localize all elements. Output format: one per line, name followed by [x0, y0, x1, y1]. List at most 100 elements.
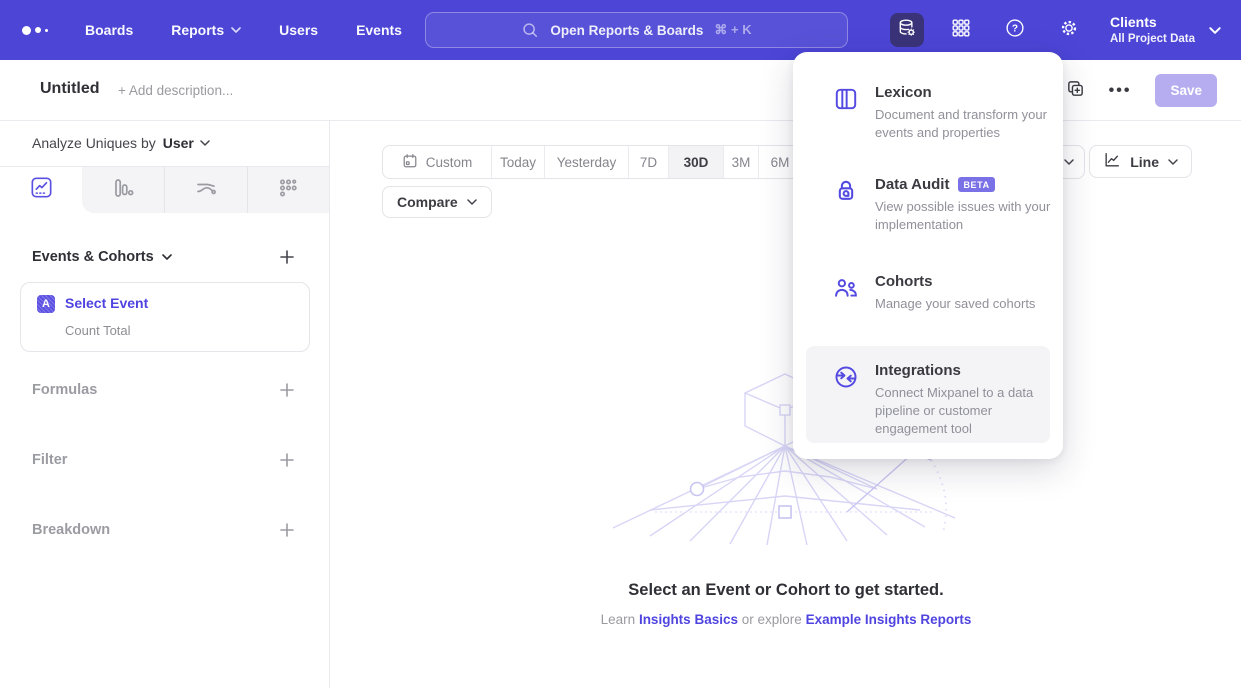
add-formula-button[interactable] — [279, 382, 295, 398]
apps-grid-button[interactable] — [944, 13, 978, 47]
report-description-placeholder[interactable]: + Add description... — [118, 83, 233, 98]
metrics-grid-tab-icon — [276, 176, 300, 205]
apps-grid-icon — [950, 17, 972, 44]
beta-badge: BETA — [958, 177, 994, 192]
menu-item-description: Connect Mixpanel to a data pipeline or c… — [875, 384, 1055, 438]
nav-item-boards[interactable]: Boards — [85, 22, 133, 38]
search-shortcut: ⌘ + K — [714, 22, 751, 38]
analyze-value-dropdown[interactable]: User — [163, 135, 210, 151]
mixpanel-logo-icon[interactable] — [22, 24, 48, 36]
chevron-down-icon — [231, 27, 241, 33]
tab-line-chart[interactable] — [0, 167, 82, 213]
add-filter-button[interactable] — [279, 452, 295, 468]
middle-text: or explore — [742, 612, 802, 627]
learn-prefix: Learn — [601, 612, 636, 627]
nav-item-events[interactable]: Events — [356, 22, 402, 38]
event-series-badge: A — [37, 295, 55, 313]
help-icon: ? — [1004, 17, 1026, 44]
insights-basics-link[interactable]: Insights Basics — [639, 612, 738, 627]
breakdown-section-header: Breakdown — [32, 522, 110, 538]
save-button[interactable]: Save — [1155, 74, 1217, 107]
project-scope: All Project Data — [1110, 32, 1195, 46]
chevron-down-icon — [1168, 159, 1178, 165]
date-range-30d-selected[interactable]: 30D — [668, 146, 723, 178]
count-total-label[interactable]: Count Total — [65, 323, 131, 338]
menu-item-title: Cohorts — [875, 273, 1055, 290]
line-chart-icon — [1103, 151, 1121, 172]
empty-state-title: Select an Event or Cohort to get started… — [331, 581, 1241, 600]
menu-item-description: Manage your saved cohorts — [875, 295, 1055, 313]
line-chart-tab-icon — [29, 175, 54, 205]
menu-item-description: Document and transform your events and p… — [875, 106, 1055, 142]
query-builder-sidebar: Analyze Uniques by User — [0, 121, 330, 688]
integrations-icon — [833, 364, 859, 390]
nav-links: Boards Reports Users Events — [85, 0, 402, 60]
svg-text:?: ? — [1012, 23, 1018, 34]
chart-type-dropdown[interactable]: Line — [1089, 145, 1192, 178]
tab-flow-chart[interactable] — [164, 167, 246, 213]
nav-right-cluster: ? Clients All Project Data — [890, 0, 1221, 60]
empty-state-links: Learn Insights Basics or explore Example… — [331, 612, 1241, 627]
events-cohorts-header[interactable]: Events & Cohorts — [32, 249, 172, 265]
flow-tab-icon — [194, 176, 218, 205]
cohorts-icon — [833, 275, 859, 301]
chart-type-tabs — [0, 166, 329, 213]
report-header-actions: ••• Save — [1066, 60, 1217, 121]
project-switcher[interactable]: Clients All Project Data — [1110, 14, 1221, 46]
global-search-input[interactable]: Open Reports & Boards ⌘ + K — [425, 12, 848, 48]
date-range-custom[interactable]: Custom — [383, 146, 491, 178]
filter-section-header: Filter — [32, 452, 67, 468]
date-range-today[interactable]: Today — [491, 146, 544, 178]
event-selector-card[interactable]: A Select Event Count Total — [20, 282, 310, 352]
data-management-button[interactable] — [890, 13, 924, 47]
chevron-down-icon — [200, 140, 210, 146]
formulas-section-header: Formulas — [32, 382, 97, 398]
duplicate-report-button[interactable] — [1066, 79, 1085, 103]
menu-item-cohorts[interactable]: Cohorts Manage your saved cohorts — [833, 273, 1045, 313]
lexicon-icon — [833, 86, 859, 112]
date-range-7d[interactable]: 7D — [628, 146, 668, 178]
top-navigation-bar: Boards Reports Users Events Open Reports… — [0, 0, 1241, 60]
menu-item-title: Data Audit — [875, 176, 949, 193]
example-reports-link[interactable]: Example Insights Reports — [806, 612, 972, 627]
menu-item-title: Lexicon — [875, 84, 1055, 101]
org-name: Clients — [1110, 14, 1195, 32]
menu-item-lexicon[interactable]: Lexicon Document and transform your even… — [833, 84, 1045, 142]
menu-item-data-audit[interactable]: Data Audit BETA View possible issues wit… — [833, 176, 1045, 234]
insights-report-page: Boards Reports Users Events Open Reports… — [0, 0, 1241, 688]
gear-icon — [1058, 17, 1080, 44]
duplicate-icon — [1066, 79, 1085, 103]
select-event-label[interactable]: Select Event — [65, 295, 148, 311]
chevron-down-icon — [1064, 159, 1074, 165]
search-placeholder: Open Reports & Boards — [550, 23, 703, 38]
data-audit-icon — [833, 178, 859, 204]
analyze-label: Analyze Uniques by — [32, 135, 156, 151]
add-breakdown-button[interactable] — [279, 522, 295, 538]
chevron-down-icon — [1209, 27, 1221, 34]
bar-chart-tab-icon — [111, 176, 135, 205]
data-management-dropdown-panel: Lexicon Document and transform your even… — [793, 52, 1063, 459]
calendar-icon — [402, 153, 418, 172]
menu-item-integrations[interactable]: Integrations Connect Mixpanel to a data … — [833, 362, 1045, 438]
add-event-button[interactable] — [279, 249, 295, 265]
chart-area: Custom Today Yesterday 7D 30D 3M 6M Line — [331, 121, 1241, 688]
chevron-down-icon — [467, 199, 477, 205]
chevron-down-icon — [162, 254, 172, 260]
tab-metrics-grid[interactable] — [247, 167, 329, 213]
more-options-button[interactable]: ••• — [1109, 82, 1132, 100]
date-range-3m[interactable]: 3M — [723, 146, 758, 178]
menu-item-title: Integrations — [875, 362, 1055, 379]
report-title[interactable]: Untitled — [40, 80, 100, 98]
date-range-yesterday[interactable]: Yesterday — [544, 146, 628, 178]
menu-item-description: View possible issues with your implement… — [875, 198, 1055, 234]
analyze-uniques-row: Analyze Uniques by User — [32, 135, 210, 151]
tab-bar-chart[interactable] — [82, 167, 164, 213]
database-gear-icon — [896, 17, 918, 44]
help-button[interactable]: ? — [998, 13, 1032, 47]
nav-item-reports[interactable]: Reports — [171, 22, 241, 38]
nav-item-users[interactable]: Users — [279, 22, 318, 38]
compare-dropdown[interactable]: Compare — [382, 186, 492, 218]
chart-type-tabs-unselected — [82, 167, 329, 213]
search-icon — [521, 21, 539, 39]
settings-button[interactable] — [1052, 13, 1086, 47]
